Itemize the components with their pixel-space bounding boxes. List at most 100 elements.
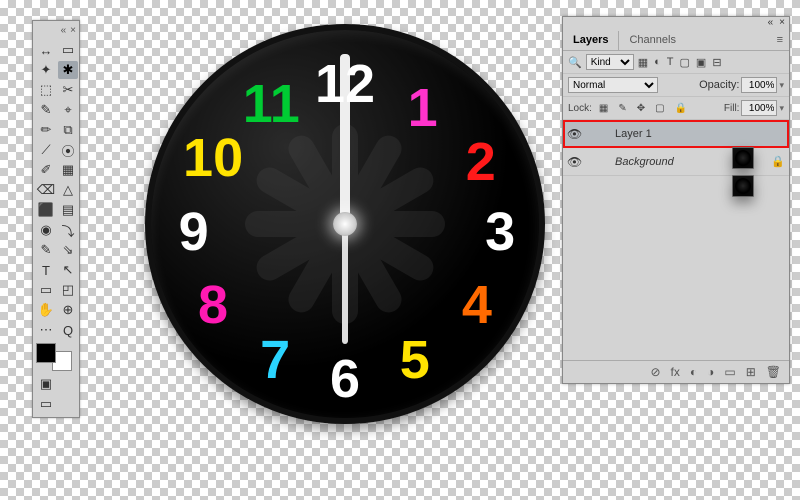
fill-field[interactable] bbox=[741, 100, 777, 116]
opacity-label: Opacity: bbox=[699, 79, 739, 91]
lock-label: Lock: bbox=[568, 103, 592, 114]
filter-toggle-icon[interactable]: ⊟ bbox=[712, 56, 721, 69]
layers-footer-action-5[interactable]: ⊞ bbox=[746, 365, 756, 379]
tool-25[interactable]: ◰ bbox=[58, 281, 78, 299]
filter-adjust-icon[interactable]: ◐ bbox=[654, 56, 661, 69]
tool-27[interactable]: ⊕ bbox=[58, 301, 78, 319]
tool-21[interactable]: ⇘ bbox=[58, 241, 78, 259]
layer-visibility-toggle[interactable]: 👁 bbox=[567, 127, 581, 141]
lock-artboard-icon[interactable]: ▢ bbox=[655, 103, 664, 114]
clock-number-2: 2 bbox=[466, 135, 496, 189]
clock-number-10: 10 bbox=[183, 131, 243, 185]
tool-6[interactable]: ✎ bbox=[36, 101, 56, 119]
panel-close-icon[interactable]: × bbox=[779, 17, 785, 31]
layer-thumbnail[interactable] bbox=[732, 175, 754, 197]
tool-11[interactable]: ⦿ bbox=[58, 141, 78, 159]
tool-24[interactable]: ▭ bbox=[36, 281, 56, 299]
tab-channels[interactable]: Channels bbox=[619, 31, 685, 50]
tool-1[interactable]: ▭ bbox=[58, 41, 78, 59]
tool-13[interactable]: ▦ bbox=[58, 161, 78, 179]
layers-footer-action-4[interactable]: ▭ bbox=[724, 365, 735, 379]
lock-icon: 🔒 bbox=[771, 155, 785, 168]
tool-7[interactable]: ⌖ bbox=[58, 101, 78, 119]
tab-layers[interactable]: Layers bbox=[563, 31, 619, 50]
layers-footer-action-1[interactable]: fx bbox=[671, 365, 680, 379]
clock-number-6: 6 bbox=[330, 352, 360, 406]
clock-number-5: 5 bbox=[400, 333, 430, 387]
clock-number-7: 7 bbox=[260, 333, 290, 387]
layers-footer-action-2[interactable]: ◐ bbox=[690, 365, 697, 379]
layers-list: 👁 Layer 1 👁Background🔒 bbox=[563, 120, 789, 360]
panel-collapse-icon[interactable]: « bbox=[768, 17, 774, 31]
tool-palette: « × ↔▭✦✱⬚✂✎⌖✏⧉⟋⦿✐▦⌫△⬛▤◉⤵✎⇘T↖▭◰✋⊕⋯Q ▣ ▭ bbox=[32, 20, 80, 418]
layer-thumbnail[interactable] bbox=[732, 147, 754, 169]
tool-23[interactable]: ↖ bbox=[58, 261, 78, 279]
fill-label: Fill: bbox=[724, 103, 740, 114]
tool-15[interactable]: △ bbox=[58, 181, 78, 199]
blend-mode-dropdown[interactable]: Normal bbox=[568, 77, 658, 93]
layer-row-1[interactable]: 👁Background🔒 bbox=[563, 148, 789, 176]
lock-transparency-icon[interactable]: ▦ bbox=[599, 103, 608, 114]
tool-28[interactable]: ⋯ bbox=[36, 321, 56, 339]
layers-panel-footer: ⊘ fx ◐ ◑ ▭ ⊞ 🗑 bbox=[563, 360, 789, 383]
collapse-icon[interactable]: « bbox=[61, 25, 67, 39]
lock-paint-icon[interactable]: ✎ bbox=[618, 103, 626, 114]
tool-16[interactable]: ⬛ bbox=[36, 201, 56, 219]
tool-9[interactable]: ⧉ bbox=[58, 121, 78, 139]
clock-number-1: 1 bbox=[408, 81, 438, 135]
tool-12[interactable]: ✐ bbox=[36, 161, 56, 179]
tool-22[interactable]: T bbox=[36, 261, 56, 279]
lock-all-icon[interactable]: 🔒 bbox=[675, 103, 687, 114]
tool-29[interactable]: Q bbox=[58, 321, 78, 339]
tool-5[interactable]: ✂ bbox=[58, 81, 78, 99]
tool-20[interactable]: ✎ bbox=[36, 241, 56, 259]
tool-17[interactable]: ▤ bbox=[58, 201, 78, 219]
tool-26[interactable]: ✋ bbox=[36, 301, 56, 319]
clock-number-9: 9 bbox=[179, 205, 209, 259]
filter-smart-icon[interactable]: ▣ bbox=[696, 56, 706, 69]
tool-2[interactable]: ✦ bbox=[36, 61, 56, 79]
layers-footer-action-6[interactable]: 🗑 bbox=[766, 365, 781, 379]
close-icon[interactable]: × bbox=[70, 25, 76, 39]
clock-number-11: 11 bbox=[243, 77, 300, 131]
filter-shape-icon[interactable]: ▢ bbox=[680, 56, 690, 69]
layer-name[interactable]: Layer 1 bbox=[615, 128, 785, 140]
clock-number-12: 12 bbox=[315, 57, 375, 111]
tool-19[interactable]: ⤵ bbox=[58, 221, 78, 239]
panel-tabs: Layers Channels ≡ bbox=[563, 31, 789, 51]
blend-row: Normal Opacity: ▾ bbox=[563, 74, 789, 97]
clock-number-3: 3 bbox=[485, 205, 515, 259]
tool-3[interactable]: ✱ bbox=[58, 61, 78, 79]
fill-chevron-icon[interactable]: ▾ bbox=[779, 103, 784, 114]
clock-number-8: 8 bbox=[198, 278, 228, 332]
tool-14[interactable]: ⌫ bbox=[36, 181, 56, 199]
color-swatches[interactable] bbox=[36, 343, 72, 371]
tool-palette-header: « × bbox=[36, 25, 76, 39]
opacity-chevron-icon[interactable]: ▾ bbox=[779, 80, 784, 91]
clock-artwork: 12 12 3 45678 9 1011 bbox=[145, 24, 545, 424]
tool-10[interactable]: ⟋ bbox=[36, 141, 56, 159]
opacity-field[interactable] bbox=[741, 77, 777, 93]
filter-pixel-icon[interactable]: ▦ bbox=[638, 56, 648, 69]
filter-type-icon[interactable]: T bbox=[667, 56, 674, 69]
layer-row-0[interactable]: 👁 Layer 1 bbox=[563, 120, 789, 148]
foreground-color[interactable] bbox=[36, 343, 56, 363]
screen-mode-toggle[interactable]: ▭ bbox=[36, 395, 56, 413]
tool-4[interactable]: ⬚ bbox=[36, 81, 56, 99]
layers-footer-action-3[interactable]: ◑ bbox=[707, 365, 714, 379]
clock-number-4: 4 bbox=[462, 278, 492, 332]
tool-0[interactable]: ↔ bbox=[36, 41, 56, 59]
search-icon: 🔍 bbox=[568, 56, 582, 69]
quick-mask-toggle[interactable]: ▣ bbox=[36, 375, 56, 393]
layers-footer-action-0[interactable]: ⊘ bbox=[650, 365, 660, 379]
clock-center bbox=[333, 212, 357, 236]
layer-filter-row: 🔍 Kind ▦ ◐ T ▢ ▣ ⊟ bbox=[563, 51, 789, 74]
lock-row: Lock: ▦ ✎ ✥ ▢ 🔒 Fill: ▾ bbox=[563, 97, 789, 120]
clock-hour-hand bbox=[342, 224, 348, 344]
lock-position-icon[interactable]: ✥ bbox=[637, 103, 645, 114]
filter-kind-dropdown[interactable]: Kind bbox=[586, 54, 634, 70]
tool-18[interactable]: ◉ bbox=[36, 221, 56, 239]
layer-visibility-toggle[interactable]: 👁 bbox=[567, 155, 581, 169]
panel-menu-icon[interactable]: ≡ bbox=[771, 31, 789, 50]
tool-8[interactable]: ✏ bbox=[36, 121, 56, 139]
